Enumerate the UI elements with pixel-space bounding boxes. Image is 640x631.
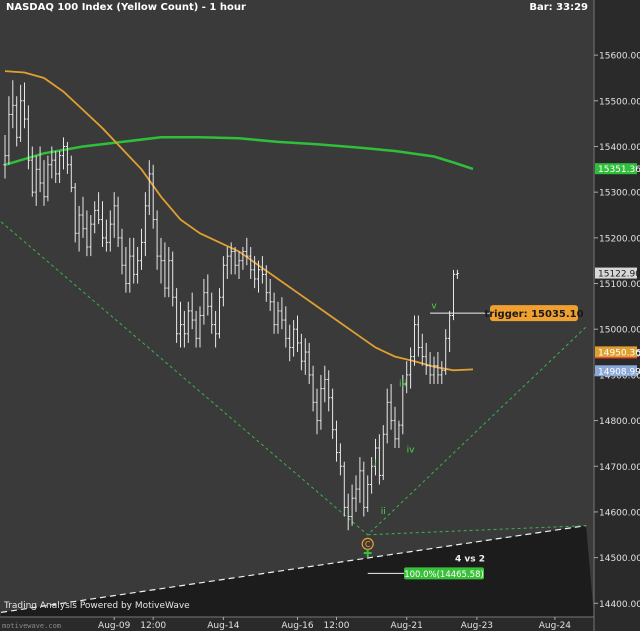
wave-label: v	[431, 302, 437, 312]
price-tag-label: 15351.36	[598, 165, 640, 175]
y-tick-label: 14500.00	[599, 554, 640, 564]
motivewave-logo: motivewave.com	[2, 622, 62, 630]
target-header: 4 vs 2	[455, 554, 485, 564]
price-tag-label: 15122.90	[598, 270, 640, 280]
wave-label: iii	[399, 379, 407, 389]
y-tick-label: 15000.00	[599, 326, 640, 336]
price-tag-label: 14950.36	[598, 348, 640, 358]
wave-label: iv	[407, 446, 416, 456]
x-tick-label: Aug-21	[391, 621, 423, 631]
x-tick-label: 12:00	[140, 621, 166, 631]
wave-label: C	[365, 540, 371, 549]
x-tick-label: Aug-23	[461, 621, 493, 631]
trigger-label: trigger: 15035.10	[484, 309, 583, 320]
y-tick-label: 15200.00	[599, 234, 640, 244]
y-axis-panel	[594, 0, 640, 631]
x-tick-label: Aug-14	[207, 621, 240, 631]
footer-credit: Trading Analysis Powered by MotiveWave	[4, 601, 190, 611]
x-tick-label: Aug-09	[98, 621, 131, 631]
wave-label: ii	[381, 507, 386, 517]
y-tick-label: 14600.00	[599, 508, 640, 518]
x-tick-label: Aug-16	[281, 621, 314, 631]
y-tick-label: 15500.00	[599, 97, 640, 107]
target-label: 100.0%(14465.58)	[404, 570, 484, 580]
chart-canvas: 15600.00 15500.00 15400.00 15300.00 15200.00…	[0, 0, 640, 631]
y-tick-label: 15300.00	[599, 189, 640, 199]
y-tick-label: 14800.00	[599, 417, 640, 427]
y-tick-label: 14400.00	[599, 600, 640, 610]
x-tick-label: 12:00	[324, 621, 350, 631]
chart-title: NASDAQ 100 Index (Yellow Count) - 1 hour	[6, 2, 246, 13]
bar-timer: Bar: 33:29	[529, 2, 588, 13]
y-tick-label: 15100.00	[599, 280, 640, 290]
y-tick-label: 14700.00	[599, 463, 640, 473]
price-tag-label: 14908.99	[598, 367, 640, 377]
wave-label: i	[374, 459, 377, 469]
x-tick-label: Aug-24	[539, 621, 572, 631]
y-tick-label: 15400.00	[599, 143, 640, 153]
y-tick-label: 15600.00	[599, 52, 640, 62]
